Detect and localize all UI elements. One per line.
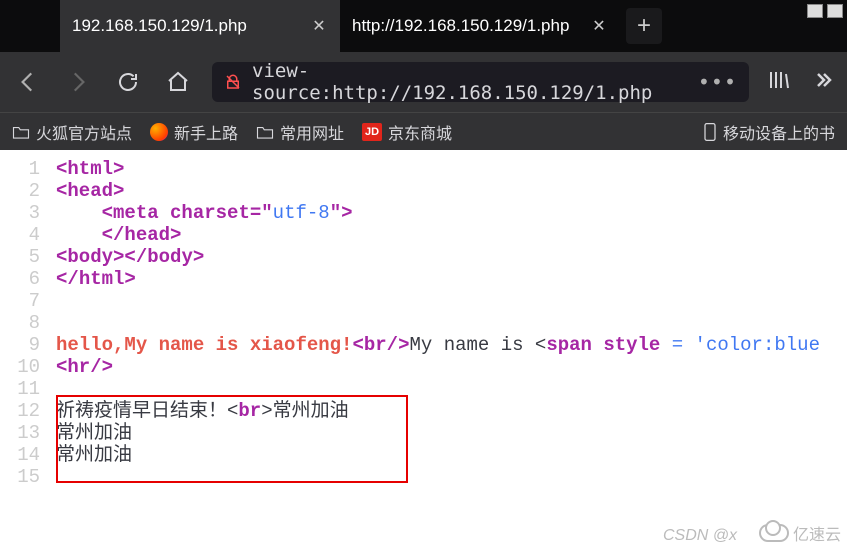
source-view: 1<html> 2<head> 3 <meta charset="utf-8">… <box>0 150 847 551</box>
bookmark-jd[interactable]: JD 京东商城 <box>362 120 452 144</box>
back-button[interactable] <box>12 66 44 98</box>
bookmark-getting-started[interactable]: 新手上路 <box>150 120 238 144</box>
forward-button[interactable] <box>62 66 94 98</box>
bookmark-label: 常用网址 <box>280 120 344 144</box>
code-line: 2<head> <box>0 180 847 202</box>
code-line: 15 <box>0 466 847 488</box>
bookmark-label: 新手上路 <box>174 120 238 144</box>
maximize-button[interactable] <box>827 4 843 18</box>
code-line: 1<html> <box>0 158 847 180</box>
code-line: 13常州加油 <box>0 422 847 444</box>
home-button[interactable] <box>162 66 194 98</box>
code-line: 7 <box>0 290 847 312</box>
toolbar: view-source:http://192.168.150.129/1.php… <box>0 52 847 112</box>
close-icon[interactable]: ✕ <box>310 17 328 35</box>
tab-title: http://192.168.150.129/1.php <box>352 16 569 36</box>
code-line: 11 <box>0 378 847 400</box>
code-line: 9hello,My name is xiaofeng!<br/>My name … <box>0 334 847 356</box>
tab-inactive[interactable]: http://192.168.150.129/1.php ✕ <box>340 0 620 52</box>
code-line: 6</html> <box>0 268 847 290</box>
url-text: view-source:http://192.168.150.129/1.php <box>252 60 688 104</box>
tab-bar: 192.168.150.129/1.php ✕ http://192.168.1… <box>0 0 847 52</box>
code-line: 14常州加油 <box>0 444 847 466</box>
firefox-icon <box>150 123 168 141</box>
close-icon[interactable]: ✕ <box>590 17 608 35</box>
bookmark-label: 移动设备上的书 <box>723 120 835 144</box>
window-controls <box>807 4 843 18</box>
insecure-icon <box>224 73 242 91</box>
code-line: 10<hr/> <box>0 356 847 378</box>
code-line: 12祈祷疫情早日结束！<br>常州加油 <box>0 400 847 422</box>
bookmark-label: 火狐官方站点 <box>36 120 132 144</box>
jd-icon: JD <box>362 123 382 141</box>
toolbar-right <box>767 68 835 97</box>
url-bar[interactable]: view-source:http://192.168.150.129/1.php… <box>212 62 749 102</box>
library-icon[interactable] <box>767 68 791 97</box>
reload-button[interactable] <box>112 66 144 98</box>
minimize-button[interactable] <box>807 4 823 18</box>
code-line: 4 </head> <box>0 224 847 246</box>
tab-title: 192.168.150.129/1.php <box>72 16 247 36</box>
bookmark-mobile[interactable]: 移动设备上的书 <box>703 120 835 144</box>
folder-icon <box>256 124 274 140</box>
new-tab-button[interactable]: + <box>626 8 662 44</box>
mobile-icon <box>703 122 717 142</box>
bookmarks-bar: 火狐官方站点 新手上路 常用网址 JD 京东商城 移动设备上的书 <box>0 112 847 150</box>
overflow-icon[interactable] <box>811 68 835 97</box>
bookmark-common-sites[interactable]: 常用网址 <box>256 120 344 144</box>
code-line: 5<body></body> <box>0 246 847 268</box>
code-line: 3 <meta charset="utf-8"> <box>0 202 847 224</box>
tab-active[interactable]: 192.168.150.129/1.php ✕ <box>60 0 340 52</box>
bookmark-label: 京东商城 <box>388 120 452 144</box>
code-line: 8 <box>0 312 847 334</box>
bookmark-firefox-official[interactable]: 火狐官方站点 <box>12 120 132 144</box>
folder-icon <box>12 124 30 140</box>
page-actions-icon[interactable]: ••• <box>698 70 737 94</box>
